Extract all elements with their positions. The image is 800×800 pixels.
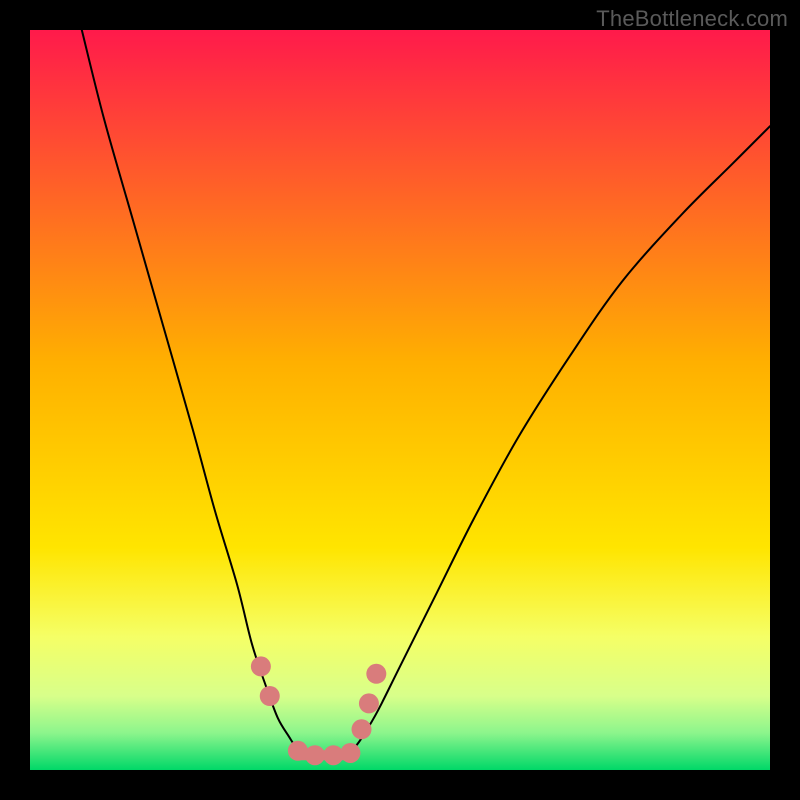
highlight-dot: [340, 743, 360, 763]
highlight-dot: [251, 656, 271, 676]
highlight-dot: [359, 693, 379, 713]
chart-svg: [30, 30, 770, 770]
highlight-dot: [288, 741, 308, 761]
chart-container: TheBottleneck.com: [0, 0, 800, 800]
watermark-label: TheBottleneck.com: [596, 6, 788, 32]
highlight-dot: [366, 664, 386, 684]
highlight-dot: [305, 745, 325, 765]
highlight-dot: [352, 719, 372, 739]
plot-area: [30, 30, 770, 770]
highlight-dot: [323, 745, 343, 765]
highlight-dot: [260, 686, 280, 706]
